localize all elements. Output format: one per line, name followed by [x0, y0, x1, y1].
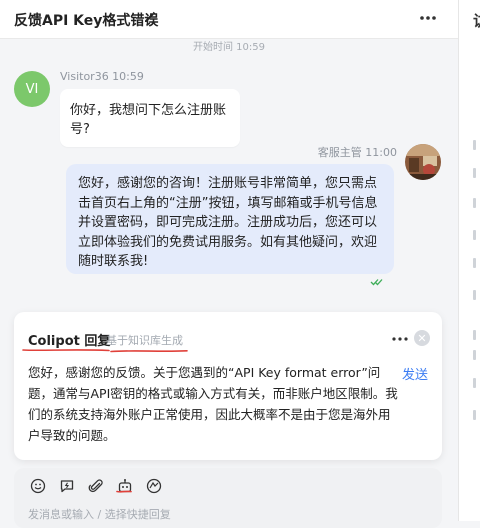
- panel-text-fragment: [473, 378, 476, 388]
- copilot-more-icon[interactable]: [390, 332, 410, 346]
- edit-icon[interactable]: [143, 10, 157, 24]
- agent-avatar: [405, 144, 441, 180]
- composer-toolbar: [30, 475, 162, 497]
- copilot-subtitle: 基于知识库生成: [106, 334, 183, 347]
- panel-text-fragment: [473, 330, 476, 340]
- composer-placeholder: 发消息或输入 / 选择快捷回复: [28, 508, 171, 521]
- panel-text-fragment: [473, 230, 476, 240]
- agent-name-time: 客服主管 11:00: [317, 146, 397, 159]
- more-icon[interactable]: [416, 8, 440, 28]
- panel-text-fragment: [473, 198, 476, 208]
- visitor-info-title: 访: [473, 10, 480, 31]
- translate-icon[interactable]: [146, 478, 162, 494]
- copilot-title-annotation: [22, 349, 110, 352]
- visitor-name-time: Visitor36 10:59: [60, 70, 144, 83]
- panel-text-fragment: [473, 410, 476, 420]
- panel-text-fragment: [473, 350, 476, 360]
- close-icon[interactable]: ✕: [414, 330, 430, 346]
- visitor-info-panel: 访: [458, 0, 480, 521]
- panel-text-fragment: [473, 290, 476, 300]
- check-ticks-icon: [370, 279, 383, 286]
- send-button[interactable]: 发送: [402, 364, 428, 383]
- quick-reply-icon[interactable]: [59, 478, 75, 494]
- chat-header: 反馈API Key格式错误: [0, 0, 458, 39]
- copilot-title: Colipot 回复: [28, 334, 111, 349]
- conversation-title: 反馈API Key格式错误: [14, 13, 159, 29]
- panel-text-fragment: [473, 258, 476, 268]
- agent-message: 您好，感谢您的咨询！注册账号非常简单，您只需点击首页右上角的“注册”按钮，填写邮…: [66, 164, 394, 286]
- copilot-subtitle-annotation: [110, 350, 188, 353]
- visitor-message: 你好，我想问下怎么注册账号?: [60, 89, 240, 147]
- visitor-avatar: VI: [14, 71, 50, 107]
- agent-message-text: 您好，感谢您的咨询！注册账号非常简单，您只需点击首页右上角的“注册”按钮，填写邮…: [78, 176, 378, 269]
- emoji-icon[interactable]: [30, 478, 46, 494]
- panel-text-fragment: [473, 140, 476, 150]
- copilot-reply-text[interactable]: 您好，感谢您的反馈。关于您遇到的“API Key format error”问题…: [28, 362, 398, 446]
- robot-tool-annotation: [116, 490, 132, 493]
- panel-text-fragment: [473, 168, 476, 178]
- copilot-panel: Colipot 回复 基于知识库生成 ✕ 您好，感谢您的反馈。关于您遇到的“AP…: [14, 312, 442, 460]
- conversation-start-time: 开始时间 10:59: [0, 38, 458, 53]
- attachment-icon[interactable]: [88, 478, 104, 494]
- chat-main: 反馈API Key格式错误 开始时间 10:59 VI Visitor36 10…: [0, 0, 458, 528]
